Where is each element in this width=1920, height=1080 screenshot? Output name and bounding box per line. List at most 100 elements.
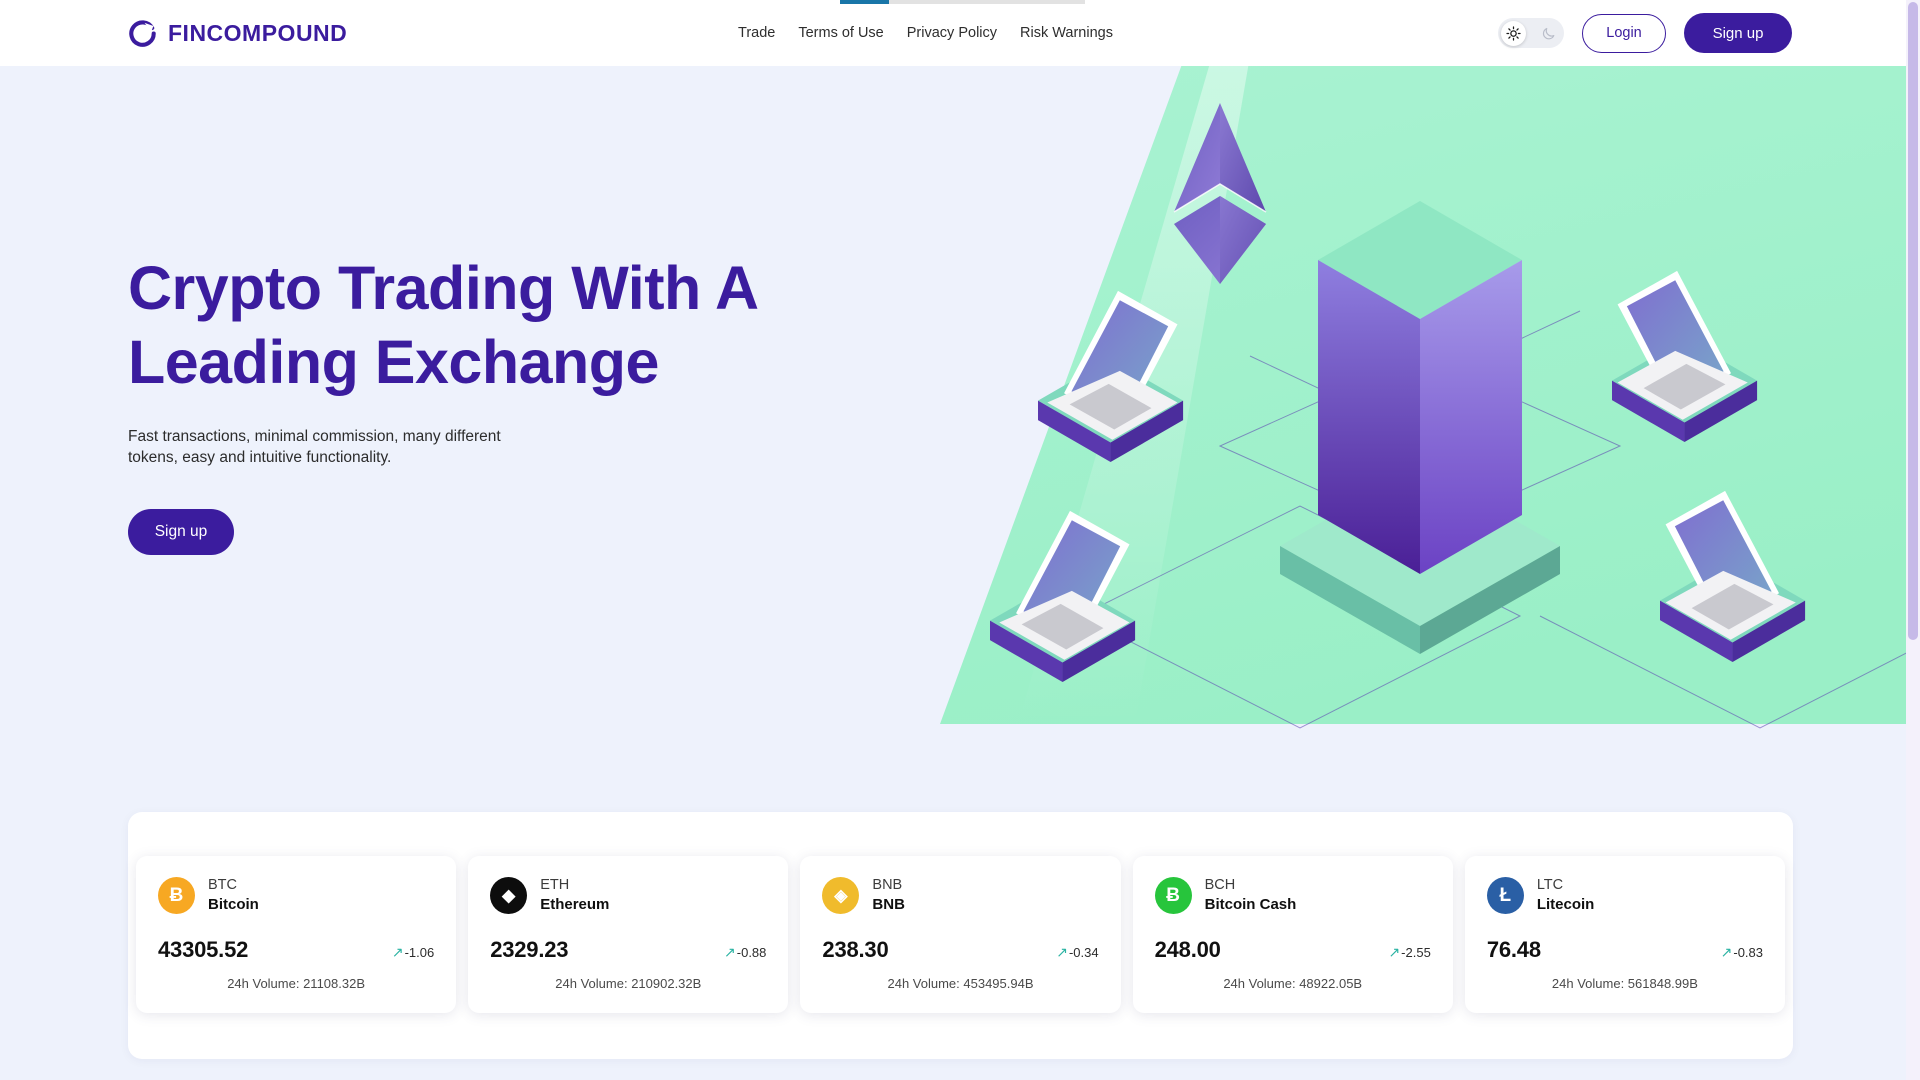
coin-header: Ƀ BTC Bitcoin — [158, 876, 434, 915]
login-button[interactable]: Login — [1582, 13, 1666, 53]
coin-name: Bitcoin — [208, 896, 259, 913]
nav-item-terms-of-use[interactable]: Terms of Use — [798, 25, 883, 41]
coin-volume-label: 24h Volume: — [1223, 976, 1300, 991]
page-loading-bar — [840, 0, 1085, 4]
header-actions: Login Sign up — [1498, 13, 1792, 53]
coin-card[interactable]: Ƀ BCH Bitcoin Cash 248.00 ↗ -2.55 24h Volume: … — [1132, 856, 1453, 1013]
coin-price-row: 2329.23 ↗ -0.88 — [490, 937, 766, 963]
coin-logo-icon: ◈ — [822, 877, 860, 914]
coin-change-value: -0.34 — [1068, 944, 1099, 960]
coin-volume-value: 561848.99B — [1627, 976, 1698, 991]
coin-change: ↗ -2.55 — [1388, 945, 1430, 960]
coin-name: Litecoin — [1536, 896, 1595, 913]
brand-logo[interactable]: FINCOMPOUND — [128, 19, 347, 48]
coin-card[interactable]: Ƀ BTC Bitcoin 43305.52 ↗ -1.06 24h Volume: 211… — [136, 856, 457, 1013]
coin-volume-label: 24h Volume: — [555, 976, 632, 991]
coin-name: BNB — [872, 896, 905, 913]
signup-button-hero[interactable]: Sign up — [128, 509, 234, 555]
nav-item-risk-warnings[interactable]: Risk Warnings — [1020, 25, 1113, 41]
coin-logo-glyph: Ƀ — [1166, 884, 1180, 906]
coin-logo-glyph: Ł — [1499, 884, 1512, 906]
coin-header: Ƀ BCH Bitcoin Cash — [1154, 876, 1431, 915]
coin-logo-icon: Ƀ — [158, 877, 195, 914]
coin-header: ◈ BNB BNB — [822, 876, 1098, 915]
coin-price-row: 43305.52 ↗ -1.06 — [158, 937, 434, 963]
coin-header: ◆ ETH Ethereum — [490, 876, 766, 915]
coin-symbol: LTC — [1536, 877, 1564, 893]
theme-toggle[interactable] — [1498, 18, 1564, 48]
site-header: FINCOMPOUND Trade Terms of Use Privacy P… — [0, 0, 1920, 66]
brand-name: FINCOMPOUND — [168, 19, 348, 46]
coin-identity: BCH Bitcoin Cash — [1205, 876, 1297, 915]
coin-price-row: 238.30 ↗ -0.34 — [822, 937, 1098, 963]
coin-volume-value: 210902.32B — [631, 976, 702, 991]
arrow-up-right-icon: ↗ — [1056, 944, 1068, 960]
coin-change: ↗ -1.06 — [392, 945, 434, 960]
moon-icon[interactable] — [1541, 26, 1556, 41]
coin-change-value: -0.83 — [1733, 944, 1764, 960]
coin-volume: 24h Volume: 210902.32B — [490, 976, 766, 991]
nav-item-privacy-policy[interactable]: Privacy Policy — [907, 25, 997, 41]
coin-identity: ETH Ethereum — [540, 876, 609, 915]
coin-volume: 24h Volume: 561848.99B — [1487, 976, 1763, 991]
vertical-scrollbar-thumb[interactable] — [1908, 2, 1918, 640]
hero-copy: Crypto Trading With A Leading Exchange F… — [128, 251, 928, 555]
coin-name: Ethereum — [540, 896, 610, 913]
coin-price: 238.30 — [822, 937, 889, 962]
signup-button-header[interactable]: Sign up — [1684, 13, 1792, 53]
hero-title-line-1: Crypto Trading With A — [128, 254, 759, 322]
coin-price-row: 76.48 ↗ -0.83 — [1487, 937, 1763, 963]
coin-volume-label: 24h Volume: — [227, 976, 304, 991]
coin-logo-glyph: ◈ — [834, 885, 848, 905]
coin-volume: 24h Volume: 21108.32B — [158, 976, 434, 991]
coin-change: ↗ -0.88 — [724, 945, 766, 960]
coin-volume-label: 24h Volume: — [1551, 976, 1628, 991]
arrow-up-right-icon: ↗ — [1388, 944, 1401, 960]
coin-identity: BTC Bitcoin — [208, 876, 259, 915]
coin-symbol: BTC — [208, 877, 237, 893]
coin-price: 2329.23 — [490, 937, 569, 962]
hero-title-line-2: Leading Exchange — [128, 328, 659, 396]
coin-card[interactable]: ◈ BNB BNB 238.30 ↗ -0.34 24h Volume: 453495.94… — [800, 856, 1121, 1013]
coin-volume-label: 24h Volume: — [887, 976, 964, 991]
coin-name: Bitcoin Cash — [1204, 896, 1297, 913]
coin-card[interactable]: ◆ ETH Ethereum 2329.23 ↗ -0.88 24h Volume: 210… — [468, 856, 789, 1013]
coin-symbol: ETH — [540, 877, 570, 893]
coin-identity: LTC Litecoin — [1537, 876, 1595, 915]
coin-logo-icon: ◆ — [490, 877, 528, 914]
coin-card[interactable]: Ł LTC Litecoin 76.48 ↗ -0.83 24h Volume: 56184… — [1464, 856, 1786, 1013]
coin-change-value: -0.88 — [736, 944, 767, 960]
coin-logo-glyph: ◆ — [502, 885, 516, 905]
ticker-panel: Ƀ BTC Bitcoin 43305.52 ↗ -1.06 24h Volume: 211… — [128, 812, 1793, 1059]
coin-change-value: -2.55 — [1401, 944, 1431, 960]
coin-volume-value: 48922.05B — [1299, 976, 1363, 991]
arrow-up-right-icon: ↗ — [724, 944, 736, 960]
coin-price: 248.00 — [1154, 937, 1221, 962]
page-loading-bar-fill — [840, 0, 889, 4]
coin-change: ↗ -0.83 — [1721, 945, 1763, 960]
coin-volume: 24h Volume: 48922.05B — [1155, 976, 1431, 991]
coin-volume-value: 21108.32B — [303, 976, 366, 991]
page-title: Crypto Trading With A Leading Exchange — [128, 251, 928, 399]
hero-subtitle: Fast transactions, minimal commission, m… — [128, 428, 501, 466]
hero-illustration — [920, 66, 1920, 756]
coin-symbol: BCH — [1204, 877, 1236, 893]
hero-section: Crypto Trading With A Leading Exchange F… — [0, 66, 1920, 756]
nav-item-trade[interactable]: Trade — [738, 25, 775, 41]
coin-price: 76.48 — [1486, 937, 1541, 962]
coin-price-row: 248.00 ↗ -2.55 — [1155, 937, 1431, 963]
coin-volume-value: 453495.94B — [963, 976, 1034, 991]
coin-logo-icon: Ł — [1486, 877, 1524, 914]
arrow-up-right-icon: ↗ — [391, 944, 404, 960]
coin-change: ↗ -0.34 — [1056, 945, 1098, 960]
sun-icon[interactable] — [1501, 20, 1526, 46]
ticker-row: Ƀ BTC Bitcoin 43305.52 ↗ -1.06 24h Volume: 211… — [128, 856, 1793, 1013]
coin-identity: BNB BNB — [872, 876, 905, 915]
coin-volume: 24h Volume: 453495.94B — [822, 976, 1098, 991]
arrow-up-right-icon: ↗ — [1720, 944, 1733, 960]
coin-change-value: -1.06 — [404, 944, 435, 960]
coin-logo-glyph: Ƀ — [169, 884, 184, 906]
coin-symbol: BNB — [872, 877, 903, 893]
main-nav: Trade Terms of Use Privacy Policy Risk W… — [738, 25, 1113, 41]
compound-circle-icon — [128, 19, 157, 48]
